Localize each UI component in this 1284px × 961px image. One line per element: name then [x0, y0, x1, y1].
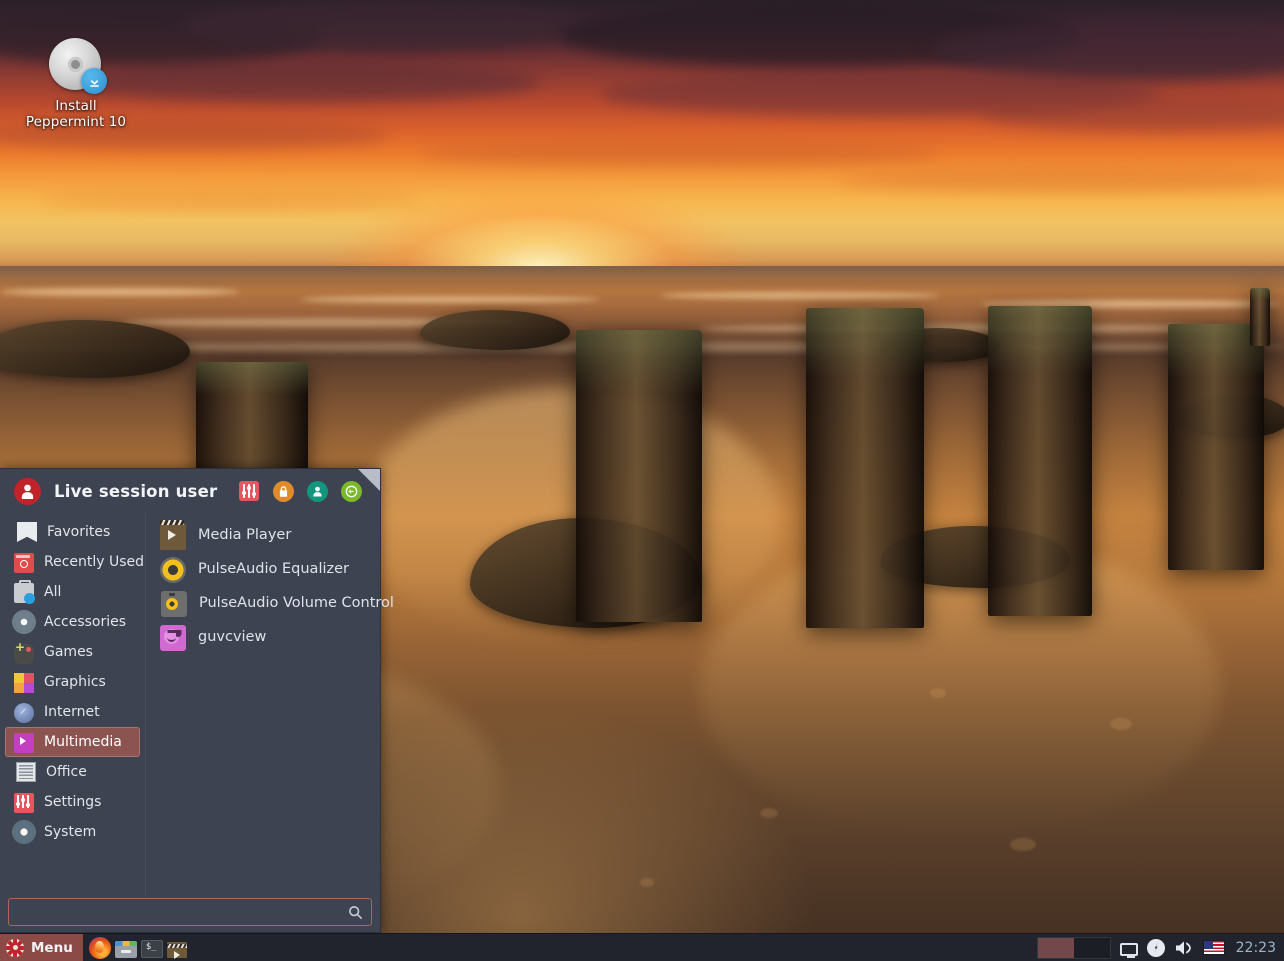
avatar	[14, 477, 41, 505]
workspace-1[interactable]	[1037, 937, 1074, 958]
desktop: Install Peppermint 10 Live session user	[0, 0, 1284, 961]
firefox-launcher[interactable]	[88, 936, 111, 959]
wallpaper-post	[1250, 288, 1270, 346]
app-item-pulseaudio-volume-control[interactable]: PulseAudio Volume Control	[154, 586, 400, 620]
terminal-launcher[interactable]	[140, 939, 163, 958]
wallpaper-post	[988, 306, 1092, 616]
category-all[interactable]: All	[5, 577, 140, 607]
file-manager-launcher[interactable]	[114, 940, 137, 958]
username-label: Live session user	[54, 481, 218, 501]
menu-button[interactable]: Menu	[0, 933, 83, 961]
category-multimedia[interactable]: Multimedia	[5, 727, 140, 757]
webcam-icon	[160, 625, 186, 651]
compass-icon	[14, 702, 34, 723]
wallpaper-post	[1168, 324, 1264, 570]
category-office[interactable]: Office	[5, 757, 140, 787]
wallpaper-post	[576, 330, 702, 622]
sliders-icon	[14, 792, 34, 813]
category-settings[interactable]: Settings	[5, 787, 140, 817]
lock-screen-icon[interactable]	[272, 480, 294, 502]
workspace-2[interactable]	[1073, 937, 1110, 958]
category-accessories[interactable]: Accessories	[5, 607, 140, 637]
category-internet[interactable]: Internet	[5, 697, 140, 727]
volume-icon[interactable]	[1174, 939, 1194, 957]
settings-manager-icon[interactable]	[238, 480, 260, 502]
application-menu: Live session user Favorites Recently Use…	[0, 468, 394, 933]
gear-icon	[14, 612, 34, 632]
category-games[interactable]: Games	[5, 637, 140, 667]
search-icon[interactable]	[348, 905, 363, 920]
resize-grip[interactable]	[358, 469, 380, 491]
pulseaudio-icon	[160, 556, 186, 583]
desktop-icon-label: Install Peppermint 10	[25, 98, 127, 130]
search-input[interactable]	[19, 904, 348, 920]
app-item-pulseaudio-equalizer[interactable]: PulseAudio Equalizer	[154, 552, 400, 586]
bookmark-icon	[17, 522, 37, 542]
download-badge-icon	[81, 68, 107, 94]
display-icon[interactable]	[1119, 942, 1138, 958]
desktop-icon-install-peppermint[interactable]: Install Peppermint 10	[24, 38, 128, 130]
category-recently-used[interactable]: Recently Used	[5, 547, 144, 577]
wallpaper-post	[806, 308, 924, 628]
power-manager-icon[interactable]	[1146, 938, 1165, 957]
document-icon	[16, 762, 36, 782]
all-apps-icon	[14, 580, 35, 604]
category-graphics[interactable]: Graphics	[5, 667, 140, 697]
search-box[interactable]	[8, 898, 372, 926]
clock[interactable]: 22:23	[1234, 940, 1276, 956]
menu-header: Live session user	[0, 469, 380, 513]
wallpaper-sky	[0, 0, 1284, 268]
app-item-media-player[interactable]: Media Player	[154, 518, 400, 552]
gamepad-icon	[14, 641, 34, 664]
taskbar: Menu 22:23	[0, 933, 1284, 961]
log-out-icon[interactable]	[306, 480, 328, 502]
taskbar-launchers	[83, 936, 187, 959]
system-gear-icon	[14, 822, 34, 842]
history-icon	[14, 553, 34, 573]
clapperboard-icon	[160, 520, 186, 550]
peppermint-logo-icon	[6, 938, 24, 957]
menu-body: Favorites Recently Used All Accessories …	[0, 513, 394, 896]
play-icon	[14, 733, 34, 753]
menu-footer	[0, 896, 380, 932]
pulseaudio-volume-icon	[161, 590, 187, 617]
app-item-guvcview[interactable]: guvcview	[154, 620, 400, 654]
system-tray: 22:23	[1036, 934, 1284, 961]
media-player-launcher[interactable]	[166, 942, 187, 959]
workspace-switcher[interactable]	[1036, 936, 1111, 959]
category-sidebar: Favorites Recently Used All Accessories …	[0, 513, 146, 896]
category-system[interactable]: System	[5, 817, 140, 847]
application-list: Media Player PulseAudio Equalizer PulseA…	[146, 513, 406, 896]
menu-header-actions	[238, 480, 372, 502]
category-favorites[interactable]: Favorites	[5, 517, 140, 547]
keyboard-layout-flag-icon[interactable]	[1202, 940, 1225, 955]
install-disc-icon	[49, 38, 107, 94]
palette-icon	[14, 672, 34, 693]
